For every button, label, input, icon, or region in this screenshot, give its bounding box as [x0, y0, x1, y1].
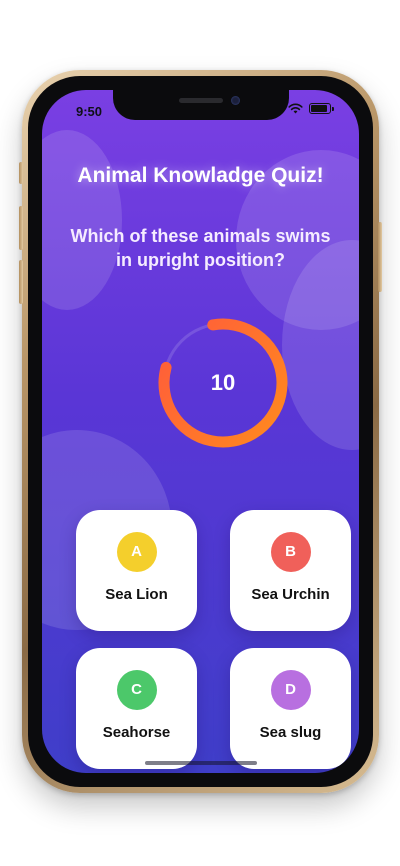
answer-badge: C	[116, 670, 157, 710]
answer-label: Seahorse	[102, 724, 171, 741]
answer-label: Sea slug	[259, 724, 322, 741]
status-time: 9:50	[76, 104, 103, 119]
app-screen: 9:50 Animal Knowladge Quiz! Which of the…	[42, 90, 359, 773]
status-icons	[288, 103, 334, 114]
volume-up-button	[19, 206, 23, 250]
battery-icon	[309, 103, 334, 114]
timer-value: 10	[210, 370, 236, 395]
quiz-title: Animal Knowladge Quiz!	[77, 164, 324, 187]
answer-option-d[interactable]: D Sea slug	[230, 648, 351, 769]
answer-badge: D	[270, 670, 311, 710]
answer-option-a[interactable]: A Sea Lion	[76, 510, 197, 631]
silent-switch	[19, 162, 23, 184]
countdown-timer: 10	[158, 318, 288, 448]
wifi-icon	[288, 103, 303, 114]
front-camera	[230, 96, 240, 105]
quiz-question: Which of these animals swims in upright …	[70, 226, 331, 270]
phone-frame: 9:50 Animal Knowladge Quiz! Which of the…	[19, 70, 382, 793]
decor-bubble	[42, 130, 122, 310]
answer-option-c[interactable]: C Seahorse	[76, 648, 197, 769]
home-indicator[interactable]	[144, 761, 257, 765]
volume-down-button	[19, 260, 23, 304]
answer-label: Sea Lion	[105, 586, 168, 603]
speaker-grille	[178, 98, 223, 103]
answer-badge: A	[116, 532, 157, 572]
side-button	[378, 222, 382, 292]
answer-badge: B	[270, 532, 311, 572]
phone-bezel: 9:50 Animal Knowladge Quiz! Which of the…	[28, 76, 373, 787]
notch	[112, 90, 289, 120]
answer-option-b[interactable]: B Sea Urchin	[230, 510, 351, 631]
answer-label: Sea Urchin	[251, 586, 330, 603]
